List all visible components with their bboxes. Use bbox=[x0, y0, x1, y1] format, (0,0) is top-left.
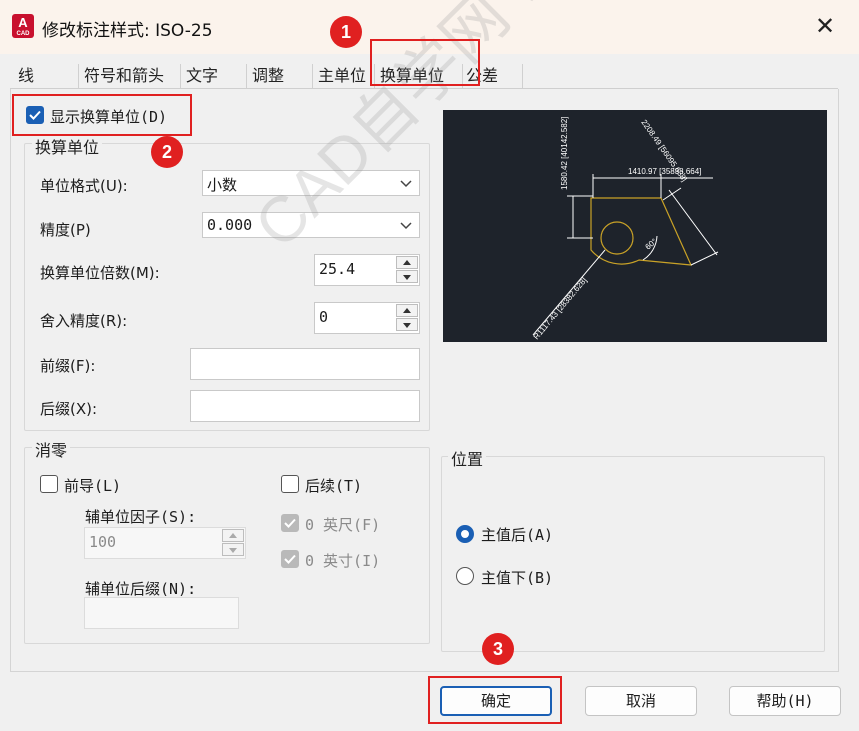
tab-lines[interactable]: 线 bbox=[14, 64, 79, 88]
sub-unit-factor-label: 辅单位因子(S): bbox=[85, 508, 197, 526]
annotation-box-tab bbox=[370, 39, 480, 86]
sub-unit-factor-stepper[interactable]: 100 bbox=[84, 527, 246, 559]
stepper-down-button[interactable] bbox=[396, 270, 418, 283]
annotation-box-ok bbox=[428, 676, 562, 724]
leading-checkbox[interactable] bbox=[40, 475, 58, 493]
round-off-label: 舍入精度(R): bbox=[40, 312, 128, 330]
stepper-up-button[interactable] bbox=[396, 256, 418, 269]
placement-group bbox=[441, 456, 825, 652]
zero-feet-label: 0 英尺(F) bbox=[305, 516, 381, 534]
suffix-input[interactable] bbox=[190, 390, 420, 422]
zero-suppression-group-label: 消零 bbox=[32, 437, 71, 461]
annotation-marker-2: 2 bbox=[151, 136, 183, 168]
stepper-up-button[interactable] bbox=[222, 529, 244, 542]
stepper-down-button[interactable] bbox=[396, 318, 418, 331]
tab-fit[interactable]: 调整 bbox=[248, 64, 313, 88]
close-icon: ✕ bbox=[814, 12, 836, 40]
chevron-down-icon bbox=[400, 180, 412, 188]
prefix-label: 前缀(F): bbox=[40, 357, 96, 375]
below-primary-label: 主值下(B) bbox=[481, 569, 554, 587]
precision-select[interactable]: 0.000 bbox=[202, 212, 420, 238]
annotation-box-checkbox bbox=[12, 94, 192, 136]
preview-drawing: 1410.97 [35838.664] 1580.42 [40142.582] … bbox=[532, 117, 719, 342]
zero-feet-checkbox[interactable] bbox=[281, 514, 299, 532]
leading-label: 前导(L) bbox=[64, 477, 122, 495]
round-off-stepper[interactable]: 0 bbox=[314, 302, 420, 334]
cancel-button[interactable]: 取消 bbox=[585, 686, 697, 716]
zero-inches-checkbox[interactable] bbox=[281, 550, 299, 568]
suffix-label: 后缀(X): bbox=[40, 400, 98, 418]
placement-group-label: 位置 bbox=[448, 446, 487, 470]
after-primary-label: 主值后(A) bbox=[481, 526, 554, 544]
tab-symbols-arrows[interactable]: 符号和箭头 bbox=[80, 64, 181, 88]
dimension-preview: 1410.97 [35838.664] 1580.42 [40142.582] … bbox=[443, 110, 827, 342]
multiplier-label: 换算单位倍数(M): bbox=[40, 264, 160, 282]
tab-text[interactable]: 文字 bbox=[182, 64, 247, 88]
close-button[interactable]: ✕ bbox=[810, 12, 840, 42]
help-button[interactable]: 帮助(H) bbox=[729, 686, 841, 716]
preview-dim-left: 1580.42 [40142.582] bbox=[560, 117, 569, 190]
unit-format-select[interactable]: 小数 bbox=[202, 170, 420, 196]
preview-dim-radius: R1117.43 [28382.628] bbox=[532, 276, 589, 342]
stepper-down-button[interactable] bbox=[222, 543, 244, 556]
below-primary-radio[interactable] bbox=[456, 567, 474, 585]
annotation-marker-3: 3 bbox=[482, 633, 514, 665]
prefix-input[interactable] bbox=[190, 348, 420, 380]
precision-label: 精度(P) bbox=[40, 221, 91, 239]
annotation-marker-1: 1 bbox=[330, 16, 362, 48]
trailing-checkbox[interactable] bbox=[281, 475, 299, 493]
after-primary-radio[interactable] bbox=[456, 525, 474, 543]
multiplier-stepper[interactable]: 25.4 bbox=[314, 254, 420, 286]
stepper-up-button[interactable] bbox=[396, 304, 418, 317]
alt-units-group-label: 换算单位 bbox=[32, 134, 103, 158]
sub-unit-suffix-label: 辅单位后缀(N): bbox=[85, 580, 197, 598]
window-title: 修改标注样式: ISO-25 bbox=[42, 21, 213, 41]
unit-format-label: 单位格式(U): bbox=[40, 177, 128, 195]
trailing-label: 后续(T) bbox=[305, 477, 363, 495]
preview-dim-top: 1410.97 [35838.664] bbox=[628, 167, 701, 176]
zero-inches-label: 0 英寸(I) bbox=[305, 552, 381, 570]
sub-unit-suffix-input[interactable] bbox=[84, 597, 239, 629]
autocad-app-icon: A CAD bbox=[12, 14, 34, 38]
chevron-down-icon bbox=[400, 222, 412, 230]
tab-primary-units[interactable]: 主单位 bbox=[314, 64, 375, 88]
